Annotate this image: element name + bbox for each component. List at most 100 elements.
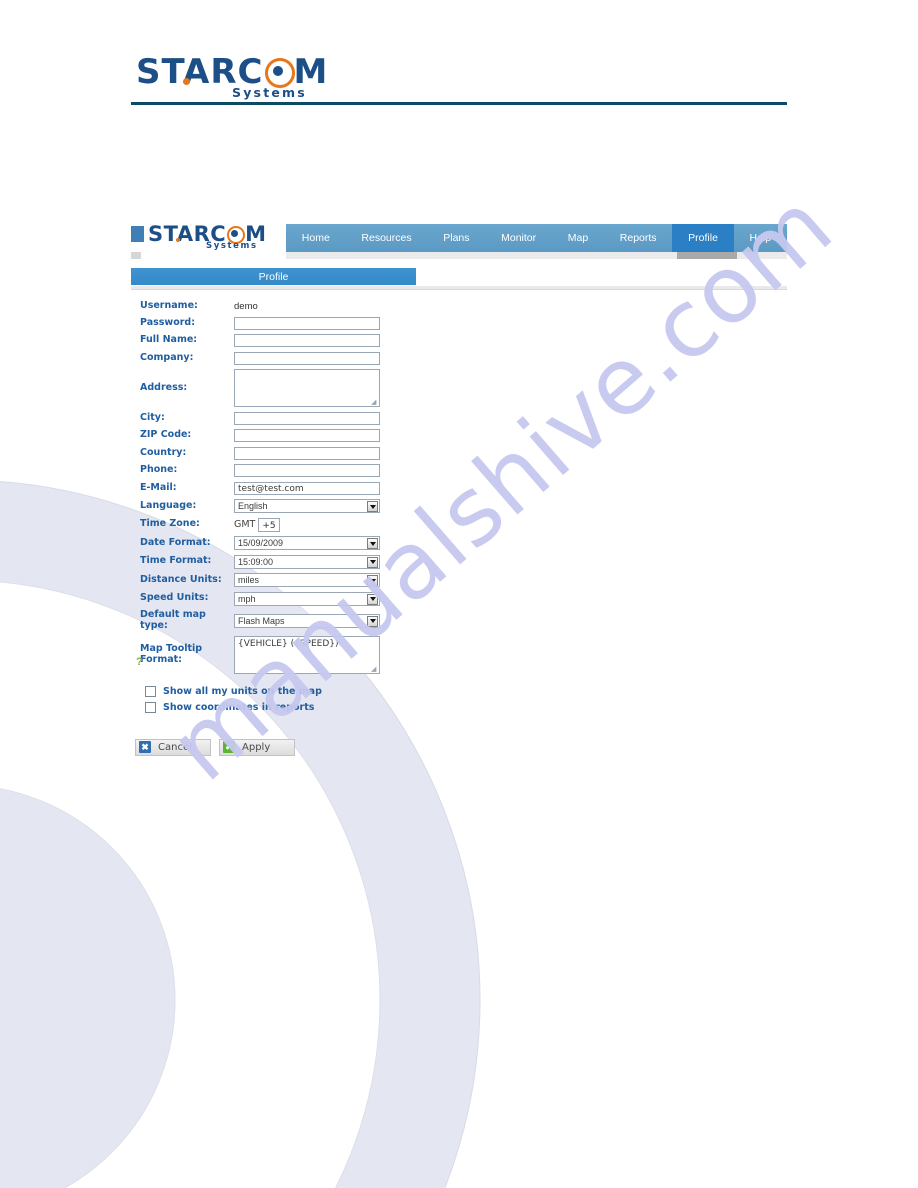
distance-units-value: miles <box>238 575 260 585</box>
chevron-down-icon[interactable] <box>367 615 378 627</box>
speed-units-select[interactable]: mph <box>234 591 380 606</box>
help-icon[interactable]: ? <box>136 656 143 668</box>
chevron-down-icon[interactable] <box>367 575 378 586</box>
label-time-zone: Time Zone: <box>140 518 200 530</box>
resize-grip-icon[interactable]: ◢ <box>371 399 378 406</box>
city-field[interactable] <box>234 411 380 425</box>
x-icon: ✖ <box>139 741 151 754</box>
label-speed-units: Speed Units: <box>140 592 209 604</box>
nav-underline <box>131 252 787 259</box>
nav-item-resources[interactable]: Resources <box>346 224 428 252</box>
row-date-format: Date Format: 15/09/2009 <box>131 536 787 550</box>
show-all-units-label: Show all my units on the map <box>163 685 322 697</box>
company-field[interactable] <box>234 351 380 365</box>
email-field[interactable]: test@test.com <box>234 481 380 495</box>
zip-code-field[interactable] <box>234 429 380 442</box>
nav-item-profile[interactable]: Profile <box>672 224 734 252</box>
map-tooltip-format-value: {VEHICLE} ({SPEED}) <box>238 639 339 650</box>
row-password: Password: <box>131 316 787 330</box>
date-format-select[interactable]: 15/09/2009 <box>234 536 380 550</box>
resize-grip-icon[interactable]: ◢ <box>371 666 378 673</box>
cancel-button-label: Cancel <box>158 741 192 753</box>
date-format-value: 15/09/2009 <box>238 538 284 548</box>
row-city: City: <box>131 411 787 425</box>
row-time-zone: Time Zone: GMT +5 <box>131 517 787 532</box>
time-format-select[interactable]: 15:09:00 <box>234 554 380 569</box>
logo-target-icon <box>264 57 295 88</box>
nav-item-plans[interactable]: Plans <box>427 224 485 252</box>
show-all-units-checkbox[interactable] <box>145 685 156 697</box>
nav-logo-accent-dot <box>176 238 180 242</box>
check-icon: ✔ <box>223 741 235 754</box>
label-zip-code: ZIP Code: <box>140 429 192 441</box>
row-distance-units: Distance Units: miles <box>131 573 787 587</box>
row-language: Language: English <box>131 499 787 513</box>
chevron-down-icon[interactable] <box>367 556 378 568</box>
row-phone: Phone: <box>131 464 787 477</box>
label-password: Password: <box>140 316 196 328</box>
password-field[interactable] <box>234 316 380 330</box>
row-zip-code: ZIP Code: <box>131 429 787 442</box>
label-map-tooltip-format: Map Tooltip Format: <box>140 643 203 666</box>
show-coordinates-checkbox[interactable] <box>145 701 156 713</box>
label-default-map-type: Default map type: <box>140 609 206 631</box>
apply-button-label: Apply <box>242 741 271 753</box>
nav-item-map[interactable]: Map <box>552 224 604 252</box>
checkbox-row-show-units[interactable]: Show all my units on the map <box>145 685 787 697</box>
logo-accent-dot <box>183 78 190 85</box>
time-zone-offset-field[interactable]: +5 <box>258 517 281 532</box>
label-company: Company: <box>140 351 194 363</box>
chevron-down-icon[interactable] <box>367 538 378 549</box>
address-field[interactable]: ◢ <box>234 369 380 407</box>
label-time-format: Time Format: <box>140 555 212 567</box>
label-phone: Phone: <box>140 464 178 476</box>
language-select[interactable]: English <box>234 499 380 513</box>
speed-units-value: mph <box>238 593 256 604</box>
checkbox-row-show-coordinates[interactable]: Show coordinates in reports <box>145 701 787 713</box>
label-country: Country: <box>140 446 187 458</box>
row-country: Country: <box>131 446 787 460</box>
main-navigation: STARC M Systems Home Resources Plans Moni… <box>131 222 787 252</box>
panel-title-rule <box>131 289 787 290</box>
cancel-button[interactable]: ✖ Cancel <box>135 738 211 756</box>
label-email: E-Mail: <box>140 481 177 493</box>
label-full-name: Full Name: <box>140 334 198 346</box>
map-tooltip-format-field[interactable]: {VEHICLE} ({SPEED}) ◢ <box>234 636 380 675</box>
nav-item-home[interactable]: Home <box>286 224 346 252</box>
page-title: Profile <box>258 270 289 283</box>
nav-logo-subtitle: Systems <box>206 241 258 251</box>
label-date-format: Date Format: <box>140 536 211 548</box>
panel-title-bar: Profile <box>131 268 416 285</box>
nav-item-help[interactable]: Help <box>734 224 787 252</box>
show-coordinates-label: Show coordinates in reports <box>163 701 315 713</box>
label-distance-units: Distance Units: <box>140 573 222 585</box>
row-full-name: Full Name: <box>131 334 787 347</box>
row-username: Username: demo <box>131 300 787 312</box>
nav-item-monitor[interactable]: Monitor <box>485 224 552 252</box>
logo-subtitle: Systems <box>232 85 307 100</box>
full-name-field[interactable] <box>234 334 380 347</box>
profile-form: Username: demo Password: Full Name: Comp… <box>131 300 787 756</box>
row-company: Company: <box>131 351 787 365</box>
country-field[interactable] <box>234 446 380 460</box>
nav-logo-block: STARC M Systems <box>131 222 286 252</box>
phone-field[interactable] <box>234 464 380 477</box>
default-map-type-select[interactable]: Flash Maps <box>234 613 380 628</box>
apply-button[interactable]: ✔ Apply <box>219 738 295 756</box>
gmt-prefix: GMT <box>234 519 256 530</box>
application-screenshot: STARC M Systems Home Resources Plans Moni… <box>131 222 787 756</box>
row-email: E-Mail: test@test.com <box>131 481 787 495</box>
label-address: Address: <box>140 381 188 393</box>
value-username: demo <box>234 301 258 312</box>
distance-units-select[interactable]: miles <box>234 573 380 587</box>
chevron-down-icon[interactable] <box>367 501 378 512</box>
row-speed-units: Speed Units: mph <box>131 591 787 606</box>
time-format-value: 15:09:00 <box>238 556 274 567</box>
nav-item-reports[interactable]: Reports <box>604 224 672 252</box>
time-zone-group: GMT +5 <box>234 517 281 532</box>
row-default-map-type: Default map type: Flash Maps <box>131 609 787 632</box>
form-actions: ✖ Cancel ✔ Apply <box>135 738 787 756</box>
default-map-type-value: Flash Maps <box>238 615 285 626</box>
label-city: City: <box>140 411 165 423</box>
chevron-down-icon[interactable] <box>367 593 378 605</box>
